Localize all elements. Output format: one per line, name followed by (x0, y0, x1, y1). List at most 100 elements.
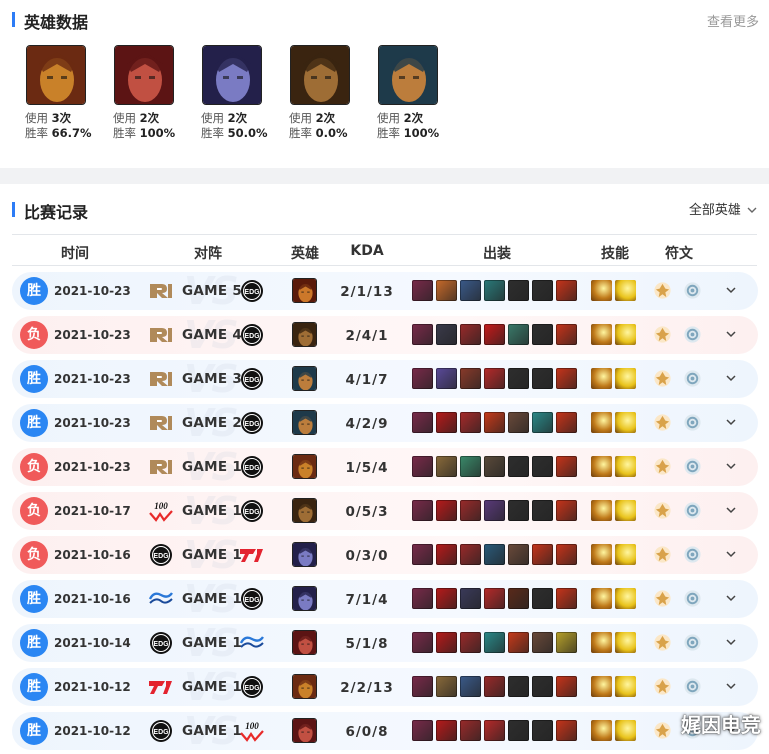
hero-card[interactable]: 使用 2次 胜率 0.0% (289, 45, 369, 141)
sorcery-rune-icon[interactable] (683, 281, 702, 300)
item-icon[interactable] (556, 544, 577, 565)
item-icon[interactable] (484, 280, 505, 301)
match-row[interactable]: VS 胜 2021-10-23 GAME 2 EDG 4/2/9 (12, 401, 758, 445)
precision-rune-icon[interactable] (653, 633, 672, 652)
precision-rune-icon[interactable] (653, 721, 672, 740)
item-icon[interactable] (556, 588, 577, 609)
smite-spell-icon[interactable] (615, 500, 636, 521)
sorcery-rune-icon[interactable] (683, 325, 702, 344)
flash-spell-icon[interactable] (591, 456, 612, 477)
match-row[interactable]: VS 负 2021-10-17 100 GAME 1 EDG 0/5/3 (12, 489, 758, 533)
item-icon[interactable] (412, 412, 433, 433)
item-icon[interactable] (556, 368, 577, 389)
item-icon[interactable] (460, 676, 481, 697)
match-row[interactable]: VS 负 2021-10-23 GAME 4 EDG 2/4/1 (12, 313, 758, 357)
item-icon[interactable] (460, 588, 481, 609)
sorcery-rune-icon[interactable] (683, 589, 702, 608)
item-icon[interactable] (412, 324, 433, 345)
expand-chevron-icon[interactable] (724, 415, 738, 429)
item-icon[interactable] (460, 368, 481, 389)
flash-spell-icon[interactable] (591, 544, 612, 565)
flash-spell-icon[interactable] (591, 412, 612, 433)
item-icon[interactable] (556, 456, 577, 477)
precision-rune-icon[interactable] (653, 457, 672, 476)
item-icon[interactable] (484, 676, 505, 697)
sorcery-rune-icon[interactable] (683, 457, 702, 476)
item-icon[interactable] (556, 280, 577, 301)
item-icon[interactable] (532, 368, 553, 389)
expand-chevron-icon[interactable] (724, 547, 738, 561)
item-icon[interactable] (532, 676, 553, 697)
item-icon[interactable] (412, 368, 433, 389)
item-icon[interactable] (460, 412, 481, 433)
item-icon[interactable] (436, 632, 457, 653)
item-icon[interactable] (412, 500, 433, 521)
item-icon[interactable] (436, 588, 457, 609)
expand-chevron-icon[interactable] (724, 635, 738, 649)
smite-spell-icon[interactable] (615, 368, 636, 389)
item-icon[interactable] (532, 456, 553, 477)
flash-spell-icon[interactable] (591, 500, 612, 521)
precision-rune-icon[interactable] (653, 369, 672, 388)
item-icon[interactable] (460, 720, 481, 741)
hero-filter-dropdown[interactable]: 全部英雄 (689, 199, 757, 218)
item-icon[interactable] (412, 676, 433, 697)
item-icon[interactable] (508, 324, 529, 345)
item-icon[interactable] (532, 588, 553, 609)
item-icon[interactable] (484, 632, 505, 653)
item-icon[interactable] (436, 676, 457, 697)
item-icon[interactable] (484, 544, 505, 565)
item-icon[interactable] (460, 544, 481, 565)
item-icon[interactable] (484, 324, 505, 345)
hero-card[interactable]: 使用 2次 胜率 100% (113, 45, 193, 141)
precision-rune-icon[interactable] (653, 281, 672, 300)
hero-card[interactable]: 使用 3次 胜率 66.7% (25, 45, 105, 141)
hero-card[interactable]: 使用 2次 胜率 50.0% (201, 45, 281, 141)
item-icon[interactable] (412, 588, 433, 609)
item-icon[interactable] (508, 676, 529, 697)
item-icon[interactable] (556, 500, 577, 521)
item-icon[interactable] (508, 500, 529, 521)
item-icon[interactable] (532, 720, 553, 741)
item-icon[interactable] (508, 544, 529, 565)
item-icon[interactable] (556, 324, 577, 345)
sorcery-rune-icon[interactable] (683, 501, 702, 520)
smite-spell-icon[interactable] (615, 324, 636, 345)
flash-spell-icon[interactable] (591, 720, 612, 741)
smite-spell-icon[interactable] (615, 456, 636, 477)
expand-chevron-icon[interactable] (724, 459, 738, 473)
expand-chevron-icon[interactable] (724, 327, 738, 341)
item-icon[interactable] (460, 324, 481, 345)
item-icon[interactable] (484, 588, 505, 609)
precision-rune-icon[interactable] (653, 413, 672, 432)
item-icon[interactable] (508, 588, 529, 609)
item-icon[interactable] (532, 544, 553, 565)
match-row[interactable]: VS 胜 2021-10-12 EDG GAME 1 100 6/0/8 (12, 709, 758, 753)
match-row[interactable]: VS 胜 2021-10-12 GAME 1 EDG 2/2/13 (12, 665, 758, 709)
item-icon[interactable] (436, 720, 457, 741)
expand-chevron-icon[interactable] (724, 371, 738, 385)
flash-spell-icon[interactable] (591, 676, 612, 697)
item-icon[interactable] (484, 368, 505, 389)
item-icon[interactable] (508, 456, 529, 477)
smite-spell-icon[interactable] (615, 412, 636, 433)
smite-spell-icon[interactable] (615, 632, 636, 653)
match-row[interactable]: VS 胜 2021-10-23 GAME 3 EDG 4/1/7 (12, 357, 758, 401)
flash-spell-icon[interactable] (591, 324, 612, 345)
item-icon[interactable] (460, 280, 481, 301)
item-icon[interactable] (556, 676, 577, 697)
flash-spell-icon[interactable] (591, 368, 612, 389)
item-icon[interactable] (508, 720, 529, 741)
match-row[interactable]: VS 胜 2021-10-14 EDG GAME 1 5/1/8 (12, 621, 758, 665)
item-icon[interactable] (508, 280, 529, 301)
item-icon[interactable] (460, 500, 481, 521)
view-more-link[interactable]: 查看更多 (707, 11, 759, 30)
item-icon[interactable] (436, 456, 457, 477)
item-icon[interactable] (412, 280, 433, 301)
expand-chevron-icon[interactable] (724, 503, 738, 517)
item-icon[interactable] (532, 500, 553, 521)
item-icon[interactable] (556, 720, 577, 741)
match-row[interactable]: VS 胜 2021-10-16 GAME 1 EDG 7/1/4 (12, 577, 758, 621)
item-icon[interactable] (532, 412, 553, 433)
item-icon[interactable] (556, 412, 577, 433)
